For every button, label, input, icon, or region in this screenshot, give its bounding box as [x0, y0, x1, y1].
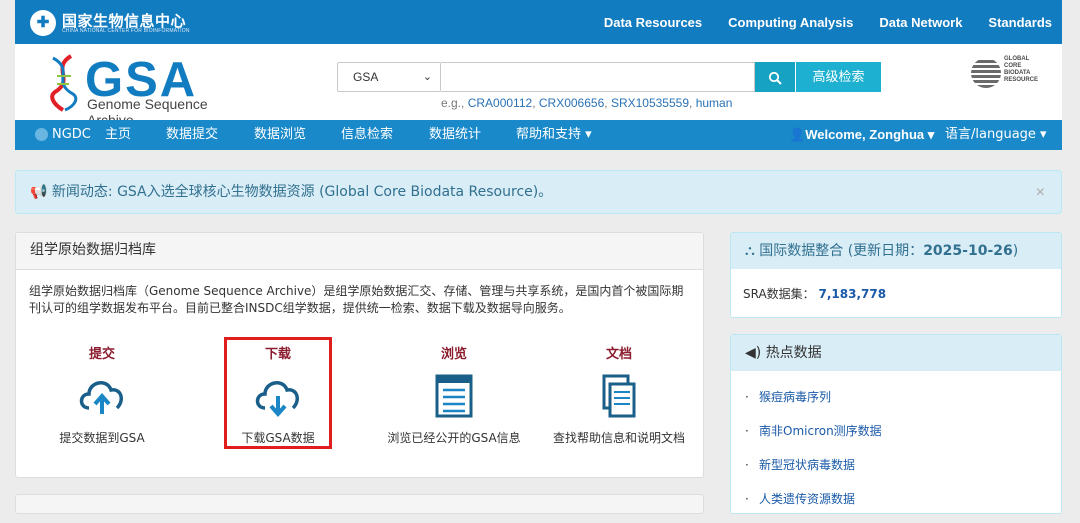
hot-data-title: ◀) 热点数据	[731, 335, 1061, 371]
action-submit[interactable]: 提交 提交数据到GSA	[27, 343, 177, 446]
action-submit-title[interactable]: 提交	[27, 343, 177, 362]
search-icon	[768, 72, 782, 86]
action-browse-title[interactable]: 浏览	[379, 343, 529, 362]
download-highlight-box	[224, 337, 332, 449]
caret-down-icon: ▾	[924, 127, 935, 142]
action-submit-caption[interactable]: 提交数据到GSA	[27, 429, 177, 446]
nav-help[interactable]: 帮助和支持 ▾	[516, 120, 592, 150]
main-navbar: NGDC 主页 数据提交 数据浏览 信息检索 数据统计 帮助和支持 ▾ 👤Wel…	[15, 120, 1062, 150]
example-link[interactable]: human	[696, 96, 733, 110]
close-icon[interactable]: ×	[1036, 171, 1045, 215]
cloud-upload-icon[interactable]	[77, 374, 127, 418]
action-docs-title[interactable]: 文档	[544, 343, 694, 362]
gsa-logo[interactable]: GSA Genome Sequence Archive	[45, 52, 255, 128]
top-nav: Data Resources Computing Analysis Data N…	[604, 0, 1052, 44]
hot-data-item[interactable]: · 猴痘病毒序列	[745, 387, 1061, 421]
caret-down-icon: ▾	[581, 127, 592, 142]
search-button[interactable]	[755, 62, 795, 92]
nav-search[interactable]: 信息检索	[341, 120, 393, 150]
hot-data-list: · 猴痘病毒序列 · 南非Omicron测序数据 · 新型冠状病毒数据 · 人类遗传资源…	[731, 371, 1061, 523]
search-examples: e.g., CRA000112, CRX006656, SRX10535559,…	[441, 96, 733, 110]
dna-helix-icon	[50, 54, 78, 112]
nav-statistics[interactable]: 数据统计	[429, 120, 481, 150]
gcbr-logo[interactable]: GLOBAL CORE BIODATA RESOURCE	[971, 56, 1061, 96]
hot-data-item[interactable]: · 南非Omicron测序数据	[745, 421, 1061, 455]
news-alert: 📢 新闻动态: GSA入选全球核心生物数据资源 (Global Core Bio…	[15, 170, 1062, 214]
document-list-icon[interactable]	[429, 374, 479, 418]
caret-down-icon: ▾	[1035, 127, 1047, 142]
nav-submit[interactable]: 数据提交	[166, 120, 218, 150]
nav-home[interactable]: 主页	[105, 120, 131, 150]
logo-en-text: CHINA NATIONAL CENTER FOR BIOINFORMATION	[62, 28, 190, 34]
example-link[interactable]: SRX10535559	[611, 96, 689, 110]
megaphone-icon: 📢	[30, 184, 48, 200]
top-bar: ✚ 国家生物信息中心 CHINA NATIONAL CENTER FOR BIO…	[15, 0, 1062, 44]
topnav-data-resources[interactable]: Data Resources	[604, 15, 702, 30]
action-browse-caption[interactable]: 浏览已经公开的GSA信息	[379, 429, 529, 446]
hot-data-item[interactable]: · 人类遗传资源数据	[745, 489, 1061, 523]
examples-prefix: e.g.,	[441, 96, 465, 110]
language-menu[interactable]: 语言/language ▾	[945, 120, 1047, 150]
search-input[interactable]	[441, 62, 755, 92]
header: GSA Genome Sequence Archive GSA ⌄ 高级检索 e…	[15, 44, 1062, 128]
news-text: 📢 新闻动态: GSA入选全球核心生物数据资源 (Global Core Bio…	[30, 171, 552, 213]
sitemap-icon: ⛬	[745, 243, 755, 259]
example-link[interactable]: CRA000112	[468, 96, 533, 110]
hot-data-panel: ◀) 热点数据 · 猴痘病毒序列 · 南非Omicron测序数据 · 新型冠状病毒数据…	[730, 334, 1062, 514]
sra-count-row: SRA数据集： 7,183,778	[731, 269, 1061, 318]
action-browse[interactable]: 浏览 浏览已经公开的GSA信息	[379, 343, 529, 446]
documents-icon[interactable]	[594, 374, 644, 418]
topnav-standards[interactable]: Standards	[988, 15, 1052, 30]
user-icon: 👤	[789, 127, 806, 142]
database-select-value: GSA	[353, 70, 379, 84]
cncb-logo-icon[interactable]: ✚	[30, 10, 56, 36]
gsa-intro-panel: 组学原始数据归档库 组学原始数据归档库（Genome Sequence Arch…	[15, 232, 704, 478]
database-select[interactable]: GSA ⌄	[337, 62, 441, 92]
sra-count[interactable]: 7,183,778	[819, 287, 887, 301]
integration-panel-title: ⛬ 国际数据整合 (更新日期：2025-10-26)	[731, 233, 1061, 269]
advanced-search-button[interactable]: 高级检索	[795, 62, 881, 92]
topnav-data-network[interactable]: Data Network	[879, 15, 962, 30]
gcbr-text: GLOBAL CORE BIODATA RESOURCE	[1004, 56, 1039, 83]
news-link[interactable]: GSA入选全球核心生物数据资源 (Global Core Biodata Res…	[117, 184, 552, 200]
navbar-brand-ngdc[interactable]: NGDC	[52, 120, 91, 150]
news-prefix: 新闻动态:	[51, 184, 113, 200]
example-link[interactable]: CRX006656	[539, 96, 604, 110]
action-docs[interactable]: 文档 查找帮助信息和说明文档	[544, 343, 694, 446]
sra-label: SRA数据集：	[743, 287, 815, 301]
nav-browse[interactable]: 数据浏览	[254, 120, 306, 150]
panel-title: 组学原始数据归档库	[16, 233, 703, 270]
hot-data-item[interactable]: · 新型冠状病毒数据	[745, 455, 1061, 489]
action-docs-caption[interactable]: 查找帮助信息和说明文档	[544, 429, 694, 446]
chevron-down-icon: ⌄	[422, 71, 432, 83]
integration-panel: ⛬ 国际数据整合 (更新日期：2025-10-26) SRA数据集： 7,183…	[730, 232, 1062, 318]
ngdc-icon	[35, 128, 48, 141]
globe-icon	[971, 58, 1001, 88]
panel-intro: 组学原始数据归档库（Genome Sequence Archive）是组学原始数…	[29, 284, 684, 315]
next-panel-header	[15, 494, 704, 514]
topnav-computing-analysis[interactable]: Computing Analysis	[728, 15, 853, 30]
user-menu[interactable]: 👤Welcome, Zonghua ▾	[789, 120, 934, 150]
update-date: 2025-10-26	[923, 243, 1013, 259]
volume-icon: ◀)	[745, 345, 762, 361]
